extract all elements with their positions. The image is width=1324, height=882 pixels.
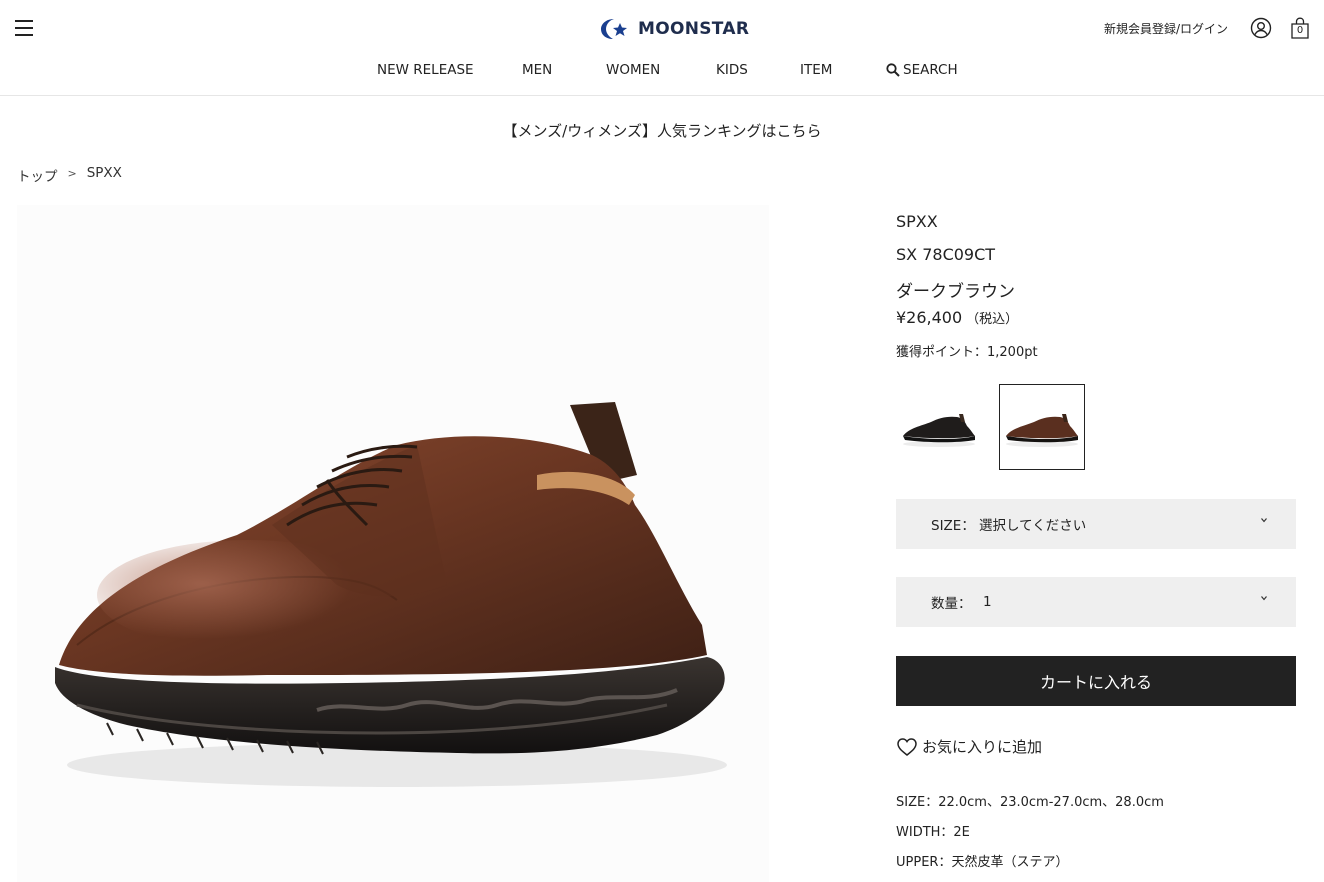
logo-text: MOONSTAR [638, 19, 750, 39]
chevron-down-icon [1261, 518, 1267, 523]
add-to-favorites-button[interactable]: お気に入りに追加 [896, 736, 1042, 757]
size-select[interactable]: SIZE： 選択してください [896, 499, 1296, 549]
product-model: SX 78C09CT [896, 245, 996, 264]
nav-men[interactable]: MEN [522, 62, 552, 78]
shoe-photo [55, 402, 727, 787]
breadcrumb-top[interactable]: トップ [17, 165, 58, 185]
product-price: ¥26,400 （税込） [896, 308, 1018, 327]
nav-new-release[interactable]: NEW RELEASE [377, 62, 474, 78]
login-link[interactable]: 新規会員登録/ログイン [1104, 20, 1228, 37]
site-logo[interactable]: MOONSTAR [600, 16, 749, 42]
favorite-label: お気に入りに追加 [922, 738, 1043, 756]
breadcrumb-current: SPXX [86, 165, 122, 181]
spec-width: WIDTH：2E [896, 825, 970, 840]
ranking-banner-link[interactable]: 【メンズ/ウィメンズ】人気ランキングはこちら [0, 120, 1324, 141]
color-thumb-dark-brown[interactable] [999, 384, 1085, 470]
nav-search[interactable]: SEARCH [886, 62, 958, 78]
product-main-image[interactable] [17, 205, 769, 882]
price-value: ¥26,400 [896, 308, 963, 327]
quantity-value: 1 [983, 594, 992, 610]
color-variants [896, 384, 1085, 470]
search-icon [886, 63, 900, 77]
size-value: 選択してください [979, 518, 1087, 534]
nav-women[interactable]: WOMEN [606, 62, 660, 78]
product-color: ダークブラウン [896, 282, 1015, 302]
tax-note: （税込） [966, 312, 1019, 327]
chevron-down-icon [1261, 596, 1267, 601]
add-to-cart-button[interactable]: カートに入れる [896, 656, 1296, 706]
header-utility: 新規会員登録/ログイン 0 [1104, 14, 1310, 42]
spec-upper: UPPER：天然皮革（ステア） [896, 855, 1069, 870]
user-icon[interactable] [1250, 17, 1272, 39]
nav-kids[interactable]: KIDS [716, 62, 748, 78]
cart-count: 0 [1296, 25, 1304, 36]
product-brand: SPXX [896, 212, 938, 231]
reward-points: 獲得ポイント：1,200pt [896, 345, 1038, 360]
heart-icon [897, 737, 917, 756]
quantity-select[interactable]: 数量： 1 [896, 577, 1296, 627]
quantity-label: 数量： [931, 596, 972, 612]
moonstar-logo-mark [601, 19, 627, 39]
spec-size: SIZE：22.0cm、23.0cm-27.0cm、28.0cm [896, 795, 1164, 810]
shoe-thumb-brown [1006, 414, 1078, 447]
nav-item[interactable]: ITEM [800, 62, 832, 78]
menu-icon[interactable] [15, 19, 33, 36]
shoe-thumb-black [903, 414, 975, 447]
breadcrumb: トップ > SPXX [17, 165, 122, 185]
site-header: MOONSTAR 新規会員登録/ログイン 0 NEW RELEASE MEN W… [0, 0, 1324, 96]
color-thumb-black[interactable] [896, 384, 982, 470]
size-label: SIZE： [931, 518, 975, 534]
cart-button[interactable]: 0 [1290, 17, 1310, 39]
nav-search-label: SEARCH [903, 62, 958, 78]
breadcrumb-separator: > [67, 167, 77, 180]
